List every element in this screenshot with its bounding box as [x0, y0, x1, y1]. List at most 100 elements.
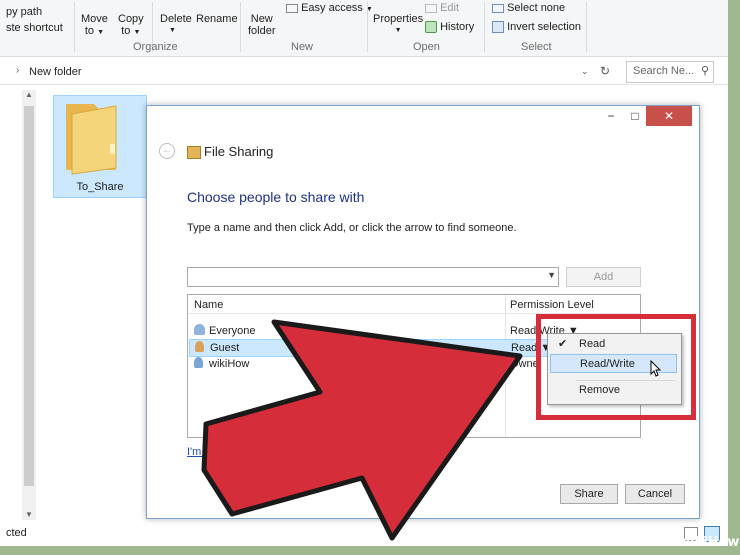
- new-folder-sublabel: folder: [248, 25, 276, 37]
- move-to-sublabel: to: [84, 25, 95, 37]
- dialog-title: File Sharing: [204, 144, 274, 159]
- search-placeholder: Search Ne...: [633, 65, 695, 77]
- history-icon: [425, 21, 437, 34]
- dropdown-arrow-icon: ▼: [97, 29, 105, 36]
- list-item-name: Guest: [210, 342, 240, 354]
- scroll-down-icon[interactable]: ▼: [25, 510, 33, 519]
- explorer-window: py path ste shortcut Move to ▼ Copy to ▼…: [0, 0, 728, 546]
- dropdown-arrow-icon: ▼: [133, 29, 141, 36]
- move-to-button[interactable]: Move to ▼: [81, 13, 108, 39]
- dialog-heading: Choose people to share with: [187, 189, 365, 205]
- easy-access-label: Easy access: [301, 2, 363, 14]
- invert-selection-label: Invert selection: [507, 21, 582, 33]
- folder-name: To_Share: [76, 181, 124, 193]
- ribbon-divider: [484, 2, 485, 52]
- add-button[interactable]: Add: [566, 267, 641, 287]
- new-folder-label: New: [250, 13, 273, 25]
- column-header-name[interactable]: Name: [194, 299, 223, 311]
- invert-selection-icon: [492, 21, 504, 34]
- invert-selection-button[interactable]: Invert selection: [492, 21, 582, 34]
- nav-scrollbar-thumb[interactable]: [24, 106, 34, 486]
- permission-menu: ✔ Read Read/Write Remove: [547, 333, 682, 405]
- move-to-label: Move: [81, 13, 108, 25]
- edit-icon: [425, 3, 437, 13]
- status-text: cted: [6, 527, 27, 539]
- address-path[interactable]: New folder: [29, 66, 82, 78]
- maximize-button[interactable]: □: [623, 106, 647, 126]
- sharing-users-icon: [187, 146, 201, 159]
- chevron-down-icon[interactable]: ▼: [547, 270, 556, 280]
- copy-path-button[interactable]: py path: [6, 6, 42, 18]
- menu-item-read[interactable]: ✔ Read: [550, 335, 677, 354]
- back-arrow-icon[interactable]: ←: [159, 143, 175, 159]
- properties-button[interactable]: Properties ▼: [373, 13, 423, 37]
- history-button[interactable]: History: [425, 21, 475, 34]
- ribbon-divider: [240, 2, 241, 52]
- refresh-icon[interactable]: ↻: [600, 64, 610, 78]
- rename-button[interactable]: Rename: [196, 13, 238, 25]
- folder-item[interactable]: To_Share: [53, 95, 147, 198]
- checkmark-icon: ✔: [558, 338, 568, 350]
- select-none-button[interactable]: Select none: [492, 2, 565, 14]
- name-combobox[interactable]: ▼: [187, 267, 559, 287]
- file-sharing-dialog: − □ ✕ ← File Sharing Choose people to sh…: [146, 105, 700, 519]
- group-label-select: Select: [521, 41, 552, 53]
- user-icon: [194, 357, 203, 368]
- group-label-open: Open: [413, 41, 440, 53]
- properties-label: Properties: [373, 13, 424, 25]
- mouse-cursor-icon: [650, 360, 662, 377]
- cancel-button[interactable]: Cancel: [625, 484, 685, 504]
- delete-button[interactable]: Delete: [160, 13, 192, 25]
- scroll-up-icon[interactable]: ▲: [25, 90, 33, 99]
- list-header: Name Permission Level: [188, 295, 640, 314]
- rename-label: Rename: [196, 13, 238, 25]
- history-label: History: [440, 21, 475, 33]
- search-input[interactable]: Search Ne... ⚲: [626, 61, 714, 83]
- user-icon: [195, 341, 204, 352]
- ribbon: py path ste shortcut Move to ▼ Copy to ▼…: [0, 0, 728, 57]
- help-link[interactable]: I'm having trouble sharing: [187, 446, 313, 458]
- menu-item-label: Read/Write: [580, 358, 635, 370]
- status-bar: cted: [0, 524, 728, 546]
- copy-to-button[interactable]: Copy to ▼: [118, 13, 144, 39]
- list-item-name: wikiHow: [209, 358, 250, 370]
- ribbon-divider: [586, 2, 587, 52]
- dropdown-arrow-icon[interactable]: ▼: [169, 25, 176, 37]
- menu-item-label: Remove: [579, 384, 620, 396]
- menu-item-remove[interactable]: Remove: [550, 381, 677, 400]
- dialog-instruction: Type a name and then click Add, or click…: [187, 222, 517, 234]
- paste-shortcut-button[interactable]: ste shortcut: [6, 22, 63, 34]
- ribbon-divider: [74, 2, 75, 52]
- dialog-titlebar[interactable]: − □ ✕: [147, 106, 699, 130]
- copy-path-label: py path: [6, 6, 43, 18]
- dropdown-arrow-icon: ▼: [394, 27, 402, 34]
- search-icon: ⚲: [700, 65, 709, 77]
- users-icon: [194, 324, 205, 335]
- edit-button[interactable]: Edit: [425, 2, 459, 14]
- select-none-label: Select none: [507, 2, 566, 14]
- easy-access-icon: [286, 3, 298, 13]
- menu-item-read-write[interactable]: Read/Write: [550, 354, 677, 377]
- easy-access-button[interactable]: Easy access ▼: [286, 2, 373, 16]
- menu-item-label: Read: [579, 338, 606, 350]
- column-header-permission[interactable]: Permission Level: [510, 299, 594, 311]
- edit-label: Edit: [440, 2, 460, 14]
- copy-to-sublabel: to: [121, 25, 131, 37]
- paste-shortcut-label: ste shortcut: [6, 22, 63, 34]
- list-item-name: Everyone: [209, 325, 256, 337]
- wikihow-watermark: wikiHow: [678, 535, 740, 550]
- ribbon-divider: [367, 2, 368, 52]
- group-label-new: New: [291, 41, 314, 53]
- close-button[interactable]: ✕: [646, 106, 692, 126]
- delete-label: Delete: [160, 13, 192, 25]
- new-folder-button[interactable]: New folder: [248, 13, 276, 37]
- group-label-organize: Organize: [133, 41, 178, 53]
- select-none-icon: [492, 3, 504, 13]
- chevron-right-icon: ›: [16, 65, 20, 76]
- chevron-down-icon[interactable]: ⌄: [581, 66, 589, 77]
- permission-label: Owne: [510, 358, 539, 370]
- share-button[interactable]: Share: [560, 484, 618, 504]
- minimize-button[interactable]: −: [599, 106, 623, 126]
- address-bar[interactable]: › New folder ⌄ ↻: [0, 60, 728, 85]
- folder-icon: [66, 104, 117, 175]
